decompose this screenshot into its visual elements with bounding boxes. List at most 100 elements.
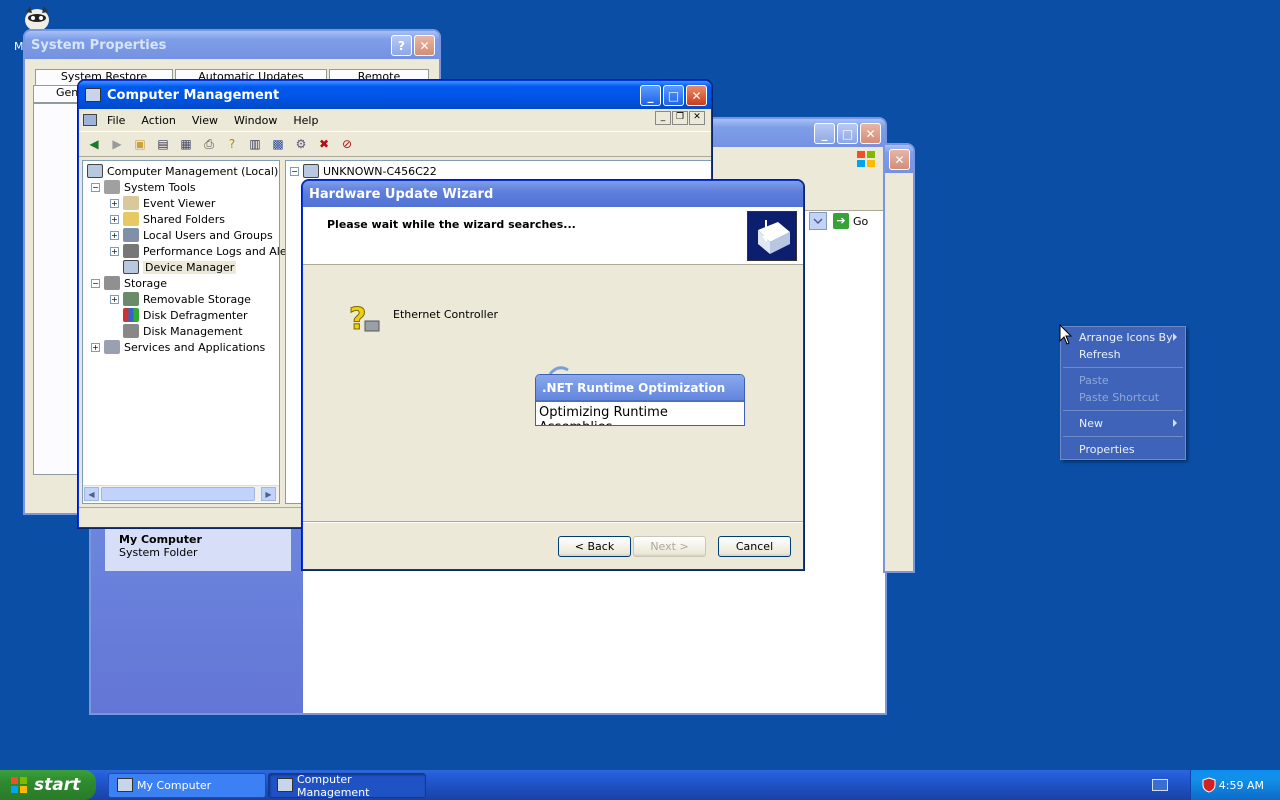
back-arrow-icon[interactable]: ◀ (85, 136, 103, 152)
tree-pane[interactable]: Computer Management (Local) − System Too… (82, 160, 299, 504)
tree-item-system-tools[interactable]: − System Tools (91, 179, 196, 195)
mdi-close-button[interactable]: ✕ (689, 111, 705, 125)
taskbar-item-my-computer[interactable]: My Computer (108, 773, 266, 798)
tree-item-storage[interactable]: − Storage (91, 275, 167, 291)
uninstall-icon[interactable]: ✖ (315, 136, 333, 152)
up-folder-icon[interactable]: ▣ (131, 136, 149, 152)
tree-item-shared-folders[interactable]: + Shared Folders (110, 211, 225, 227)
scan-hardware-icon[interactable]: ▩ (269, 136, 287, 152)
task-label: My Computer (137, 779, 212, 792)
menu-action[interactable]: Action (133, 114, 183, 127)
tree-item-root[interactable]: Computer Management (Local) (87, 163, 278, 179)
maximize-button[interactable]: □ (663, 85, 684, 106)
tree-item-device-manager[interactable]: Device Manager (123, 259, 237, 275)
wizard-header: Please wait while the wizard searches... (303, 207, 803, 265)
submenu-arrow-icon (1173, 333, 1177, 341)
show-hide-tree-icon[interactable]: ▤ (154, 136, 172, 152)
tree-item-disk-management[interactable]: Disk Management (123, 323, 243, 339)
context-item-refresh[interactable]: Refresh (1061, 346, 1185, 363)
device-root-label: UNKNOWN-C456C22 (323, 164, 437, 178)
expand-icon[interactable]: + (110, 230, 119, 240)
go-arrow-icon: ➔ (833, 213, 849, 229)
computer-management-titlebar[interactable]: Computer Management _ □ ✕ (79, 81, 711, 109)
context-item-new[interactable]: New (1061, 415, 1185, 432)
mdi-minimize-button[interactable]: _ (655, 111, 671, 125)
tree-item-removable-storage[interactable]: + Removable Storage (110, 291, 251, 307)
wizard-title: Hardware Update Wizard (309, 186, 494, 202)
tree-item-local-users[interactable]: + Local Users and Groups (110, 227, 273, 243)
scroll-thumb[interactable] (101, 487, 255, 501)
keyboard-icon[interactable] (1152, 779, 1168, 791)
view-icon[interactable]: ▥ (246, 136, 264, 152)
background-window-titlebar[interactable]: ✕ (885, 145, 913, 173)
context-item-label: Paste (1079, 374, 1109, 387)
cancel-button[interactable]: Cancel (718, 536, 791, 557)
address-dropdown-icon[interactable] (809, 212, 827, 230)
wizard-heading: Please wait while the wizard searches... (327, 218, 576, 231)
print-icon[interactable]: ⎙ (200, 136, 218, 152)
minimize-button[interactable]: _ (640, 85, 661, 106)
menu-window[interactable]: Window (226, 114, 285, 127)
desktop-context-menu[interactable]: Arrange Icons By Refresh Paste Paste Sho… (1060, 326, 1186, 460)
next-button[interactable]: Next > (633, 536, 706, 557)
mdi-restore-button[interactable]: ❐ (672, 111, 688, 125)
collapse-icon[interactable]: − (91, 278, 100, 288)
maximize-button[interactable]: □ (837, 123, 858, 144)
tree-item-event-viewer[interactable]: + Event Viewer (110, 195, 215, 211)
start-button[interactable]: start (0, 770, 96, 800)
menu-view[interactable]: View (184, 114, 226, 127)
menu-help[interactable]: Help (285, 114, 326, 127)
update-driver-icon[interactable]: ⚙ (292, 136, 310, 152)
tree-label: Computer Management (Local) (107, 164, 279, 178)
close-button[interactable]: ✕ (686, 85, 707, 106)
menu-file[interactable]: File (99, 114, 133, 127)
close-button[interactable]: ✕ (889, 149, 910, 170)
properties-icon[interactable]: ▦ (177, 136, 195, 152)
context-item-properties[interactable]: Properties (1061, 441, 1185, 458)
tree-item-services[interactable]: + Services and Applications (91, 339, 265, 355)
security-shield-icon[interactable] (1201, 777, 1217, 793)
expand-icon[interactable]: + (110, 246, 119, 256)
scroll-left-button[interactable]: ◀ (84, 487, 99, 501)
start-label: start (34, 775, 81, 795)
computer-icon (85, 88, 101, 102)
minimize-button[interactable]: _ (814, 123, 835, 144)
tree-label: Services and Applications (124, 340, 266, 354)
context-item-arrange-icons[interactable]: Arrange Icons By (1061, 329, 1185, 346)
close-button[interactable]: ✕ (860, 123, 881, 144)
close-button[interactable]: ✕ (414, 35, 435, 56)
context-item-paste[interactable]: Paste (1061, 372, 1185, 389)
device-name: Ethernet Controller (393, 307, 498, 321)
expand-icon[interactable]: + (110, 198, 119, 208)
services-icon (104, 340, 120, 354)
tree-item-performance-logs[interactable]: + Performance Logs and Alert: (110, 243, 299, 259)
expand-icon[interactable]: + (91, 342, 100, 352)
system-properties-titlebar[interactable]: System Properties ? ✕ (25, 31, 439, 59)
help-icon[interactable]: ? (223, 136, 241, 152)
window-title: System Properties (31, 37, 167, 53)
scroll-right-button[interactable]: ▶ (261, 487, 276, 501)
context-item-label: Arrange Icons By (1079, 331, 1173, 344)
taskbar-item-computer-management[interactable]: Computer Management (268, 773, 426, 799)
forward-arrow-icon[interactable]: ▶ (108, 136, 126, 152)
disable-icon[interactable]: ⊘ (338, 136, 356, 152)
expand-icon[interactable]: + (110, 294, 119, 304)
wizard-titlebar[interactable]: Hardware Update Wizard (303, 181, 803, 207)
back-button[interactable]: < Back (558, 536, 631, 557)
expand-icon[interactable]: + (110, 214, 119, 224)
users-icon (123, 228, 139, 242)
device-tree-root[interactable]: − UNKNOWN-C456C22 (290, 163, 437, 179)
go-button[interactable]: ➔ Go (833, 212, 873, 230)
horizontal-scrollbar[interactable]: ◀ ▶ (83, 485, 279, 502)
collapse-icon[interactable]: − (290, 166, 299, 176)
tree-label: Local Users and Groups (143, 228, 273, 242)
help-button[interactable]: ? (391, 35, 412, 56)
clock[interactable]: 4:59 AM (1219, 779, 1264, 792)
tree-item-disk-defragmenter[interactable]: Disk Defragmenter (123, 307, 248, 323)
net-popup-message: Optimizing Runtime Assemblies (536, 400, 744, 425)
collapse-icon[interactable]: − (91, 182, 100, 192)
folder-icon (123, 212, 139, 226)
context-item-paste-shortcut[interactable]: Paste Shortcut (1061, 389, 1185, 406)
background-window[interactable]: ✕ (884, 144, 914, 572)
net-optimization-popup[interactable]: .NET Runtime Optimization Optimizing Run… (535, 374, 745, 426)
